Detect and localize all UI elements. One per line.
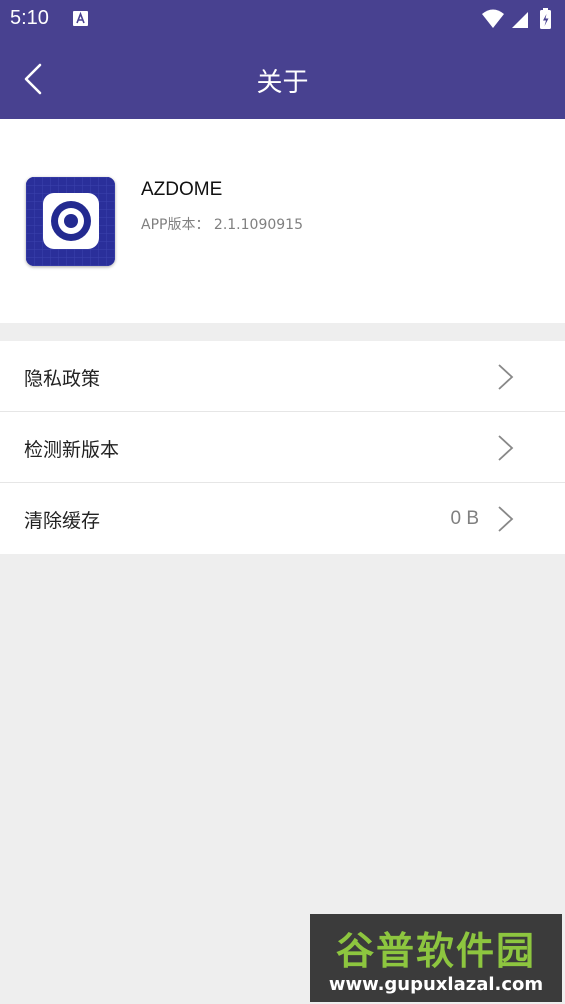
chevron-right-icon (498, 435, 514, 461)
cache-size-value: 0 B (450, 508, 479, 529)
status-icons (482, 8, 551, 29)
watermark-cn: 谷普软件园 (335, 929, 536, 973)
accessibility-notification-icon (73, 11, 88, 26)
app-version: APP版本： 2.1.1090915 (141, 217, 303, 233)
page-title: 关于 (256, 68, 309, 98)
app-icon (26, 177, 115, 266)
camera-lens-icon (26, 177, 115, 266)
chevron-right-icon (498, 506, 514, 532)
status-time: 5:10 (10, 7, 49, 29)
menu-item-label: 隐私政策 (24, 368, 101, 390)
battery-charging-icon (540, 8, 551, 29)
wifi-icon (482, 9, 504, 28)
menu-item-clear-cache[interactable]: 清除缓存 0 B (0, 483, 565, 554)
menu-item-label: 检测新版本 (24, 439, 120, 461)
settings-menu: 隐私政策 检测新版本 清除缓存 0 B (0, 341, 565, 554)
watermark-en: www.gupuxlazal.com (328, 974, 544, 995)
status-bar: 5:10 (0, 0, 565, 38)
app-info-card: AZDOME APP版本： 2.1.1090915 (0, 119, 565, 323)
app-name: AZDOME (141, 179, 223, 200)
menu-item-check-update[interactable]: 检测新版本 (0, 412, 565, 483)
chevron-right-icon (498, 364, 514, 390)
watermark: 谷普软件园 www.gupuxlazal.com (310, 914, 562, 1002)
cellular-signal-icon (512, 12, 528, 28)
menu-item-privacy-policy[interactable]: 隐私政策 (0, 341, 565, 412)
menu-item-label: 清除缓存 (24, 510, 101, 532)
app-bar: 关于 (0, 38, 565, 119)
